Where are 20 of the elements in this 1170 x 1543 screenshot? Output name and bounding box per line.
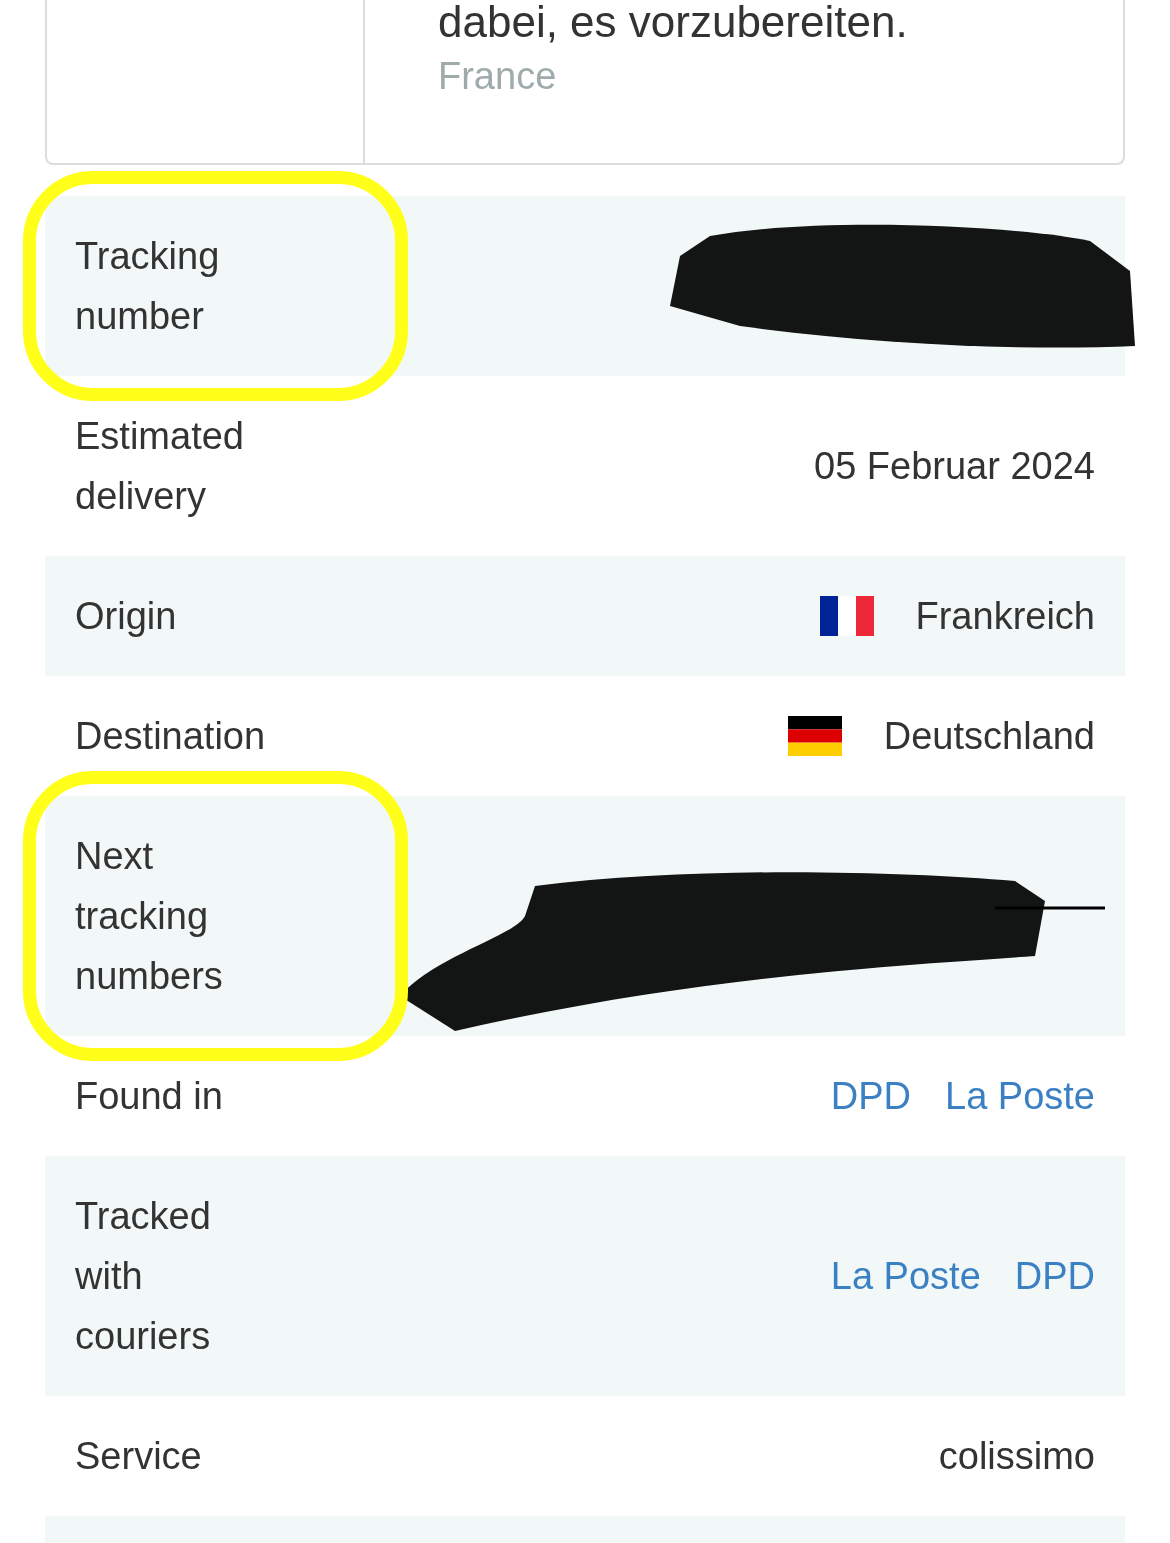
row-value: 05 Februar 2024 [814,444,1095,489]
country-name: Deutschland [883,714,1095,759]
row-value: colissimo [938,1434,1095,1479]
row-label: Tracked with couriers [75,1194,212,1359]
row-label: Estimated delivery [75,414,245,519]
country-label: France [438,54,558,99]
row-label: Found in [75,1074,224,1119]
country-name: Frankreich [915,594,1095,639]
row-label: Service [75,1434,203,1479]
courier-link[interactable]: La Poste [945,1066,1095,1126]
courier-link[interactable]: DPD [1014,1246,1095,1306]
courier-link[interactable]: DPD [830,1066,911,1126]
row-label: Origin [75,594,178,639]
row-label: Tracking number [75,234,221,339]
row-label: Next tracking numbers [75,834,224,999]
courier-link[interactable]: La Poste [830,1246,981,1306]
card-text: dabei, es vorzubereiten. [438,0,908,48]
row-label: Destination [75,714,267,759]
flag-icon [787,716,842,756]
flag-icon [819,596,874,636]
